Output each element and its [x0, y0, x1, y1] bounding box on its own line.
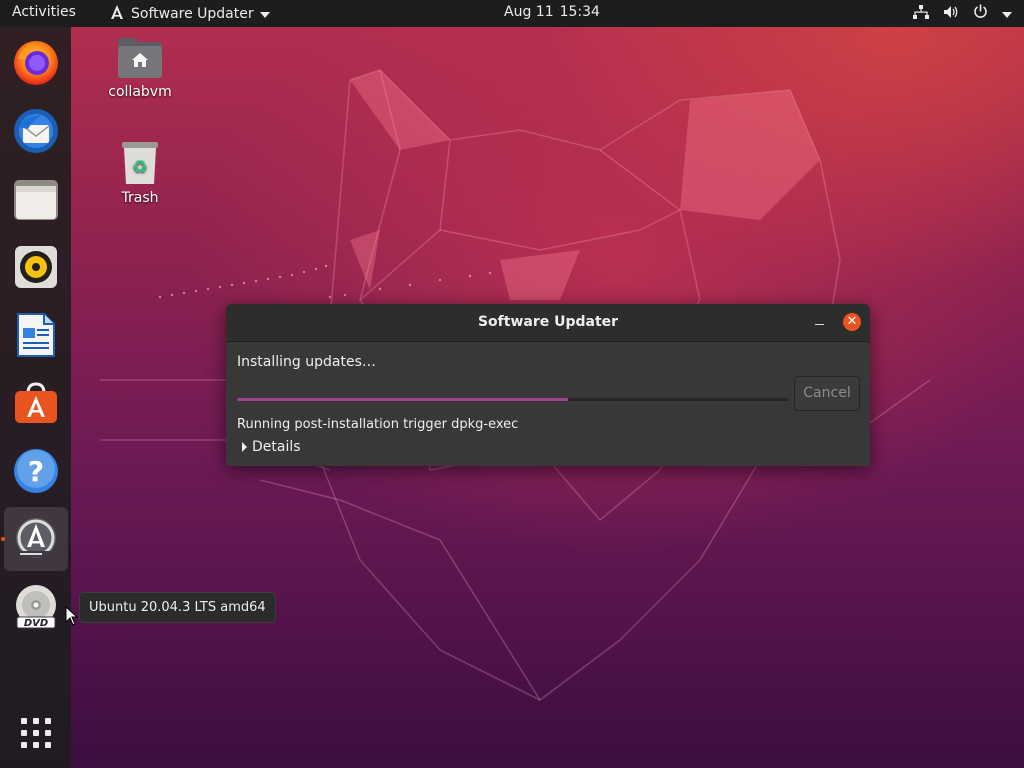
dock-item-dvd[interactable]: DVD	[4, 575, 68, 639]
svg-text:?: ?	[28, 455, 44, 488]
volume-icon[interactable]	[943, 5, 959, 23]
thunderbird-icon	[14, 109, 58, 153]
desktop-icon-collabvm[interactable]: collabvm	[95, 36, 185, 100]
status-text: Installing updates…	[237, 354, 376, 370]
dock-tooltip: Ubuntu 20.04.3 LTS amd64	[79, 592, 276, 623]
mouse-cursor-icon	[65, 606, 79, 626]
dvd-icon: DVD	[16, 585, 56, 629]
dialog-titlebar[interactable]: Software Updater ✕	[226, 304, 870, 342]
progress-bar-fill	[237, 398, 569, 401]
chevron-down-icon[interactable]	[1002, 11, 1012, 18]
dialog-title: Software Updater	[477, 314, 619, 330]
app-grid-icon	[21, 718, 51, 748]
top-bar: Activities Software Updater Aug 11 15:34	[0, 0, 1024, 27]
svg-text:DVD: DVD	[24, 618, 48, 629]
dock-item-firefox[interactable]	[4, 31, 68, 95]
dock-item-show-applications[interactable]	[4, 701, 68, 765]
dock-item-rhythmbox[interactable]	[4, 235, 68, 299]
network-icon[interactable]	[913, 4, 929, 23]
desktop-icon-trash[interactable]: ♻ Trash	[95, 140, 185, 206]
help-icon: ?	[14, 449, 58, 493]
software-updater-dialog: Software Updater ✕ Installing updates… C…	[226, 304, 870, 466]
chevron-down-icon	[259, 11, 270, 18]
app-menu[interactable]: Software Updater	[109, 4, 270, 23]
power-icon[interactable]	[973, 4, 988, 23]
dock: ? DVD	[0, 27, 71, 768]
writer-icon	[17, 313, 55, 357]
software-icon	[15, 382, 57, 423]
clock-time: 15:34	[559, 4, 600, 20]
running-indicator	[1, 537, 5, 541]
system-tray[interactable]	[913, 4, 1012, 23]
clock-date: Aug 11	[504, 4, 554, 20]
details-expander[interactable]: Details	[242, 439, 301, 455]
svg-text:♻: ♻	[132, 157, 148, 178]
dock-item-thunderbird[interactable]	[4, 99, 68, 163]
trash-icon: ♻	[122, 142, 158, 184]
desktop-icon-label: Trash	[121, 190, 159, 206]
cancel-button[interactable]: Cancel	[794, 376, 860, 411]
firefox-icon	[14, 41, 58, 85]
rhythmbox-icon	[15, 246, 57, 288]
updater-icon	[16, 518, 56, 558]
clock[interactable]: Aug 11 15:34	[504, 4, 606, 20]
home-folder-icon	[118, 38, 162, 78]
dock-item-files[interactable]	[4, 167, 68, 231]
minimize-icon[interactable]	[812, 314, 828, 330]
dock-item-software-updater[interactable]	[4, 507, 68, 571]
activities-button[interactable]: Activities	[12, 4, 76, 20]
files-icon	[14, 180, 58, 220]
dock-item-ubuntu-software[interactable]	[4, 371, 68, 435]
dock-item-help[interactable]: ?	[4, 439, 68, 503]
close-icon[interactable]: ✕	[843, 313, 861, 331]
dock-item-libreoffice-writer[interactable]	[4, 303, 68, 367]
software-updater-icon	[109, 4, 125, 23]
desktop-icon-label: collabvm	[108, 84, 172, 100]
subtask-text: Running post-installation trigger dpkg-e…	[237, 417, 519, 432]
app-menu-label: Software Updater	[131, 5, 254, 22]
chevron-right-icon	[242, 442, 247, 452]
progress-bar	[237, 398, 789, 401]
details-label: Details	[252, 439, 301, 455]
